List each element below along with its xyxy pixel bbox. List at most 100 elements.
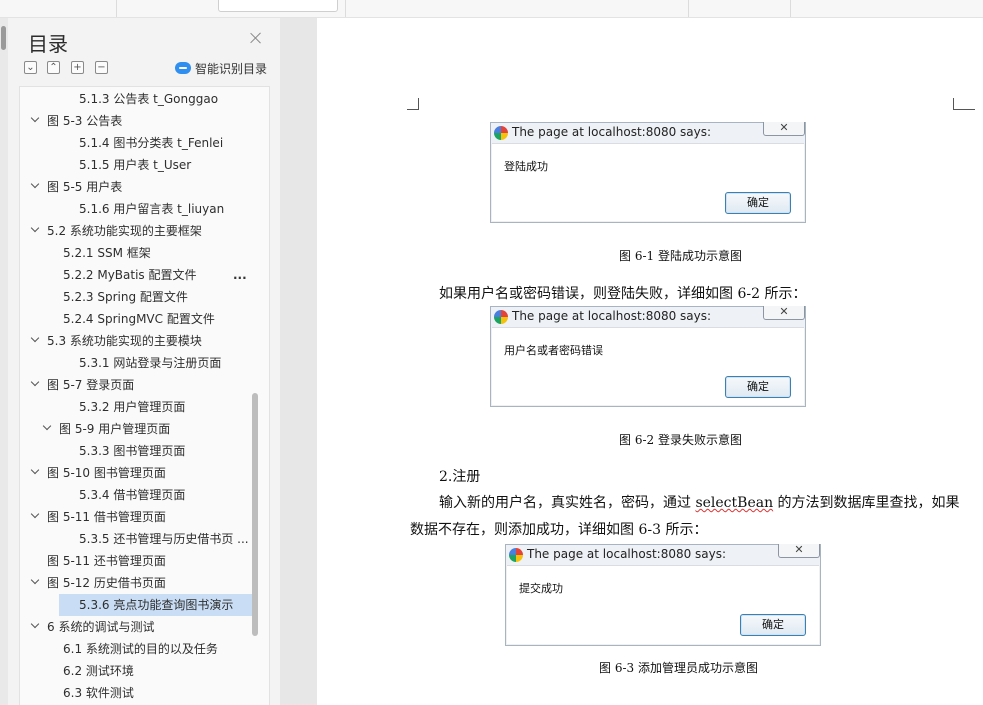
dialog-body: 登陆成功 确定: [492, 143, 804, 221]
dialog-title: The page at localhost:8080 says:: [512, 309, 712, 323]
cloud-icon: [175, 62, 191, 74]
toc-title: 目录: [28, 32, 68, 56]
toc-item-label: 5.1.6 用户留言表 t_liuyan: [79, 202, 225, 216]
panel-grip-handle[interactable]: [1, 26, 6, 50]
toc-item[interactable]: 6 系统的调试与测试: [20, 616, 250, 638]
chevron-down-icon[interactable]: [31, 511, 40, 520]
figure-caption: 图 6-1 登陆成功示意图: [619, 249, 742, 263]
chevron-down-icon[interactable]: [31, 115, 40, 124]
dialog-ok-button: 确定: [725, 376, 791, 398]
smart-recognize-toc-button[interactable]: 智能识别目录: [175, 60, 267, 76]
toc-item[interactable]: 5.2.3 Spring 配置文件: [20, 286, 250, 308]
toc-item-label: 图 5-7 登录页面: [47, 378, 135, 392]
page-corner-mark: [407, 98, 419, 110]
toc-item[interactable]: 6.3 软件测试: [20, 682, 250, 704]
toc-item[interactable]: 图 5-3 公告表: [20, 110, 250, 132]
toc-item[interactable]: 图 5-7 登录页面: [20, 374, 250, 396]
toc-item[interactable]: 5.3 系统功能实现的主要模块: [20, 330, 250, 352]
chevron-down-icon[interactable]: [31, 577, 40, 586]
dialog-message: 提交成功: [519, 582, 563, 595]
toc-item[interactable]: 图 5-9 用户管理页面: [20, 418, 250, 440]
dialog-message: 登陆成功: [504, 160, 548, 173]
toc-item[interactable]: 5.2 系统功能实现的主要框架: [20, 220, 250, 242]
close-icon[interactable]: [249, 31, 263, 45]
collapse-all-button[interactable]: ⌃: [47, 61, 60, 74]
toc-item[interactable]: 5.2.4 SpringMVC 配置文件: [20, 308, 250, 330]
remove-heading-button[interactable]: −: [95, 61, 108, 74]
browser-logo-icon: [494, 126, 508, 140]
toc-item[interactable]: 5.3.3 图书管理页面: [20, 440, 250, 462]
paragraph-text: 的方法到数据库里查找，如果: [773, 495, 960, 511]
toolbar-divider: [116, 0, 117, 17]
toc-item[interactable]: 5.3.2 用户管理页面: [20, 396, 250, 418]
toc-item-label: 5.3.4 借书管理页面: [79, 488, 186, 502]
chevron-down-icon[interactable]: [31, 467, 40, 476]
chevron-down-icon[interactable]: [31, 335, 40, 344]
paragraph: 如果用户名或密码错误，则登陆失败，详细如图 6-2 所示：: [439, 286, 807, 302]
browser-logo-icon: [494, 310, 508, 324]
toc-scrollbar[interactable]: [252, 393, 258, 636]
toc-item-selected[interactable]: 5.3.6 亮点功能查询图书演示: [59, 594, 252, 616]
toc-item[interactable]: 图 5-10 图书管理页面: [20, 462, 250, 484]
toc-item[interactable]: 5.2.1 SSM 框架: [20, 242, 250, 264]
toc-item[interactable]: 5.3.1 网站登录与注册页面: [20, 352, 250, 374]
toc-item[interactable]: 图 5-5 用户表: [20, 176, 250, 198]
dialog-ok-button: 确定: [740, 614, 806, 636]
alert-dialog-image: The page at localhost:8080 says: ✕ 用户名或者…: [490, 306, 806, 407]
toc-item-label: 5.1.3 公告表 t_Gonggao: [79, 92, 219, 106]
toc-item[interactable]: 5.1.6 用户留言表 t_liuyan: [20, 198, 250, 220]
document-page: The page at localhost:8080 says: ✕ 登陆成功 …: [317, 18, 983, 705]
toc-item[interactable]: 5.2.2 MyBatis 配置文件: [20, 264, 250, 286]
toc-item[interactable]: 图 5-11 还书管理页面: [20, 550, 250, 572]
toc-item-label: 5.2.3 Spring 配置文件: [63, 290, 188, 304]
dialog-titlebar: The page at localhost:8080 says: ✕: [491, 122, 805, 143]
toc-item[interactable]: 5.3.4 借书管理页面: [20, 484, 250, 506]
toc-item[interactable]: 5.1.4 图书分类表 t_Fenlei: [20, 132, 250, 154]
dialog-close-icon: ✕: [778, 544, 820, 558]
panel-edge: [0, 18, 8, 705]
toc-item-label: 图 5-10 图书管理页面: [47, 466, 166, 480]
chevron-down-icon[interactable]: [31, 225, 40, 234]
paragraph-text: 输入新的用户名，真实姓名，密码，通过: [439, 495, 696, 511]
toolbar-divider: [688, 0, 689, 17]
dialog-body: 用户名或者密码错误 确定: [492, 327, 804, 405]
toc-item[interactable]: 图 5-11 借书管理页面: [20, 506, 250, 528]
figure-caption: 图 6-3 添加管理员成功示意图: [599, 661, 758, 675]
chevron-down-icon[interactable]: [31, 379, 40, 388]
toc-list: ... 5.1.3 公告表 t_Gonggao 图 5-3 公告表 5.1.4 图书…: [19, 86, 270, 705]
toc-item[interactable]: 5.3.5 还书管理与历史借书页 ...: [20, 528, 250, 550]
expand-all-button[interactable]: ⌄: [24, 61, 37, 74]
spellcheck-word[interactable]: selectBean: [695, 495, 773, 511]
dialog-close-icon: ✕: [763, 306, 805, 320]
toc-item[interactable]: 图 5-12 历史借书页面: [20, 572, 250, 594]
alert-dialog-image: The page at localhost:8080 says: ✕ 提交成功 …: [505, 544, 821, 646]
toc-item-label: 5.1.4 图书分类表 t_Fenlei: [79, 136, 224, 150]
toc-item-label: 图 5-3 公告表: [47, 114, 123, 128]
toc-item-label: 图 5-11 还书管理页面: [47, 554, 166, 568]
dialog-titlebar: The page at localhost:8080 says: ✕: [491, 306, 805, 327]
toc-item[interactable]: 5.1.5 用户表 t_User: [20, 154, 250, 176]
toc-item-label: 5.3.2 用户管理页面: [79, 400, 186, 414]
chevron-down-icon[interactable]: [31, 621, 40, 630]
toc-item-label: 6.2 测试环境: [63, 664, 134, 678]
toc-item-label: 图 5-12 历史借书页面: [47, 576, 166, 590]
toc-item[interactable]: 6.1 系统测试的目的以及任务: [20, 638, 250, 660]
toc-item[interactable]: 6.2 测试环境: [20, 660, 250, 682]
dialog-title: The page at localhost:8080 says:: [512, 125, 712, 139]
page-gutter: [280, 18, 317, 705]
toc-item-label: 5.1.5 用户表 t_User: [79, 158, 192, 172]
dialog-close-icon: ✕: [763, 122, 805, 136]
top-toolbar: [0, 0, 983, 18]
toc-item-label: 6.1 系统测试的目的以及任务: [63, 642, 218, 656]
toc-item[interactable]: 5.1.3 公告表 t_Gonggao: [20, 88, 250, 110]
toolbar-field[interactable]: [218, 0, 338, 12]
figure-caption: 图 6-2 登录失败示意图: [619, 433, 742, 447]
toc-item-label: 5.3.5 还书管理与历史借书页 ...: [79, 532, 249, 546]
add-heading-button[interactable]: +: [71, 61, 84, 74]
section-heading: 2.注册: [439, 469, 481, 485]
chevron-down-icon[interactable]: [31, 181, 40, 190]
browser-logo-icon: [509, 548, 523, 562]
dialog-titlebar: The page at localhost:8080 says: ✕: [506, 544, 820, 565]
chevron-down-icon[interactable]: [43, 423, 52, 432]
toolbar-divider: [345, 0, 346, 17]
